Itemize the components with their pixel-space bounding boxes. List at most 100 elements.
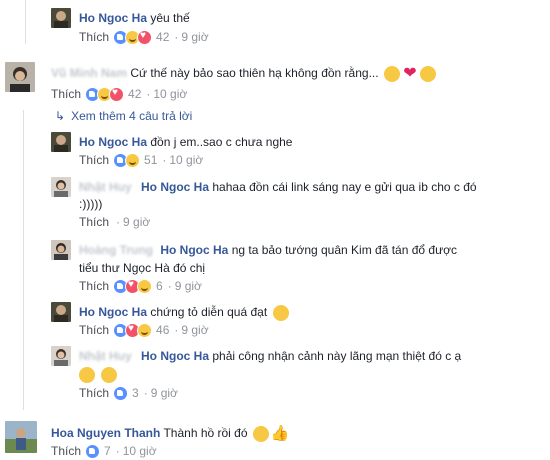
separator: · [146, 87, 151, 101]
reply: Ho Ngoc Ha đồn j em..sao c chưa nghe [79, 133, 292, 151]
thinking-emoji [383, 65, 400, 82]
like-button[interactable]: Thích [51, 87, 81, 101]
avatar[interactable] [51, 132, 71, 152]
reply-author[interactable]: Hoàng Trung [79, 243, 153, 257]
reply-actions: Thích 46 · 9 giờ [79, 321, 209, 339]
reaction-count[interactable]: 46 [156, 323, 169, 337]
comment-text: Thành hồ rồi đó [163, 426, 248, 440]
heart-emoji: ❤ [403, 64, 417, 82]
like-reaction-icon [85, 443, 101, 459]
avatar[interactable] [5, 421, 37, 453]
separator: · [162, 153, 167, 167]
heart-eyes-emoji [101, 366, 117, 383]
thumbs-up-emoji: 👍 [270, 424, 290, 442]
reply-arrow-icon: ↳ [55, 109, 66, 123]
comment-actions: Thích 7 · 10 giờ [51, 442, 157, 460]
reply: Hoàng Trung Ho Ngoc Ha ng ta bảo tướng q… [79, 241, 457, 259]
reply-author[interactable]: Ho Ngoc Ha [79, 305, 147, 319]
like-button[interactable]: Thích [79, 323, 109, 337]
reaction-count[interactable]: 42 [128, 87, 141, 101]
reply-actions: Thích 6 · 9 giờ [79, 277, 202, 295]
separator: · [174, 323, 179, 337]
thread-line [25, 0, 26, 44]
reaction-count[interactable]: 51 [144, 153, 157, 167]
reply-author[interactable]: Ho Ngoc Ha [79, 135, 147, 149]
tongue-emoji [272, 304, 289, 321]
comment-actions: Thích 42 · 10 giờ [51, 85, 187, 103]
timestamp[interactable]: 10 giờ [169, 153, 203, 167]
timestamp[interactable]: 9 giờ [151, 386, 178, 400]
comment-author[interactable]: Hoa Nguyen Thanh [51, 426, 160, 440]
avatar[interactable] [51, 302, 71, 322]
reply: Ho Ngoc Ha chứng tỏ diễn quá đạt [79, 303, 289, 321]
like-reaction-icon [113, 385, 129, 401]
reactions[interactable] [85, 443, 101, 459]
comment: Ho Ngoc Ha yêu thế [79, 9, 190, 27]
separator: · [115, 444, 120, 458]
timestamp[interactable]: 9 giờ [175, 279, 202, 293]
reply-text: chứng tỏ diễn quá đạt [150, 305, 268, 319]
like-button[interactable]: Thích [79, 30, 109, 44]
reply-author[interactable]: Nhật Huy [79, 349, 132, 363]
reply-tag[interactable]: Ho Ngoc Ha [141, 180, 209, 194]
haha-reaction-icon [125, 152, 141, 168]
reply-text: phải công nhận cảnh này lãng mạn thiệt đ… [212, 349, 462, 363]
reply-tag[interactable]: Ho Ngoc Ha [160, 243, 228, 257]
reply-text: hahaa đồn cái link sáng nay e gửi qua ib… [212, 180, 477, 194]
comment-author[interactable]: Ho Ngoc Ha [79, 11, 147, 25]
comment: Hoa Nguyen Thanh Thành hồ rồi đó 👍 [51, 424, 290, 442]
reply-text-continued: tiểu thư Ngọc Hà đó chị [79, 261, 206, 275]
thinking-emoji [419, 65, 436, 82]
reply-actions: Thích · 9 giờ [79, 213, 150, 231]
view-more-replies-link[interactable]: ↳ Xem thêm 4 câu trả lời [55, 107, 192, 125]
separator: · [174, 30, 179, 44]
timestamp[interactable]: 10 giờ [123, 444, 157, 458]
haha-reaction-icon [137, 278, 153, 294]
reactions[interactable] [113, 152, 141, 168]
comment-author[interactable]: Vũ Minh Nam [51, 66, 127, 80]
reply: Nhật Huy Ho Ngoc Ha phải công nhận cảnh … [79, 347, 461, 365]
like-button[interactable]: Thích [79, 153, 109, 167]
reply: Nhật Huy Ho Ngoc Ha hahaa đồn cái link s… [79, 178, 477, 196]
like-button[interactable]: Thích [79, 386, 109, 400]
reply-thread-line [23, 110, 24, 410]
reactions[interactable] [85, 86, 125, 102]
reply-tag[interactable]: Ho Ngoc Ha [141, 349, 209, 363]
reactions[interactable] [113, 385, 129, 401]
separator: · [116, 215, 121, 229]
love-reaction-icon [137, 29, 153, 45]
reply-actions: Thích 3 · 9 giờ [79, 384, 178, 402]
avatar[interactable] [51, 240, 71, 260]
timestamp[interactable]: 9 giờ [181, 323, 208, 337]
reaction-count[interactable]: 3 [132, 386, 139, 400]
tongue-emoji [252, 425, 269, 442]
separator: · [167, 279, 172, 293]
comment-text: yêu thế [150, 11, 190, 25]
like-button[interactable]: Thích [51, 444, 81, 458]
reaction-count[interactable]: 7 [104, 444, 111, 458]
reply-emojis [79, 365, 117, 383]
avatar[interactable] [51, 177, 71, 197]
avatar[interactable] [5, 62, 35, 92]
reply-author[interactable]: Nhật Huy [79, 180, 132, 194]
like-button[interactable]: Thích [79, 279, 109, 293]
laughing-emoji [79, 366, 95, 383]
timestamp[interactable]: 10 giờ [153, 87, 187, 101]
reactions[interactable] [113, 278, 153, 294]
like-button[interactable]: Thích [79, 215, 109, 229]
love-reaction-icon [109, 86, 125, 102]
avatar[interactable] [51, 346, 71, 366]
reply-actions: Thích 51 · 10 giờ [79, 151, 203, 169]
reaction-count[interactable]: 6 [156, 279, 163, 293]
view-more-replies-label: Xem thêm 4 câu trả lời [71, 109, 193, 123]
reaction-count[interactable]: 42 [156, 30, 169, 44]
timestamp[interactable]: 9 giờ [123, 215, 150, 229]
reactions[interactable] [113, 29, 153, 45]
reply-text-continued: :))))) [79, 197, 103, 211]
avatar[interactable] [51, 8, 71, 28]
reactions[interactable] [113, 322, 153, 338]
separator: · [143, 386, 148, 400]
comment: Vũ Minh Nam Cứ thế này bảo sao thiên hạ … [51, 64, 436, 82]
haha-reaction-icon [137, 322, 153, 338]
timestamp[interactable]: 9 giờ [181, 30, 208, 44]
